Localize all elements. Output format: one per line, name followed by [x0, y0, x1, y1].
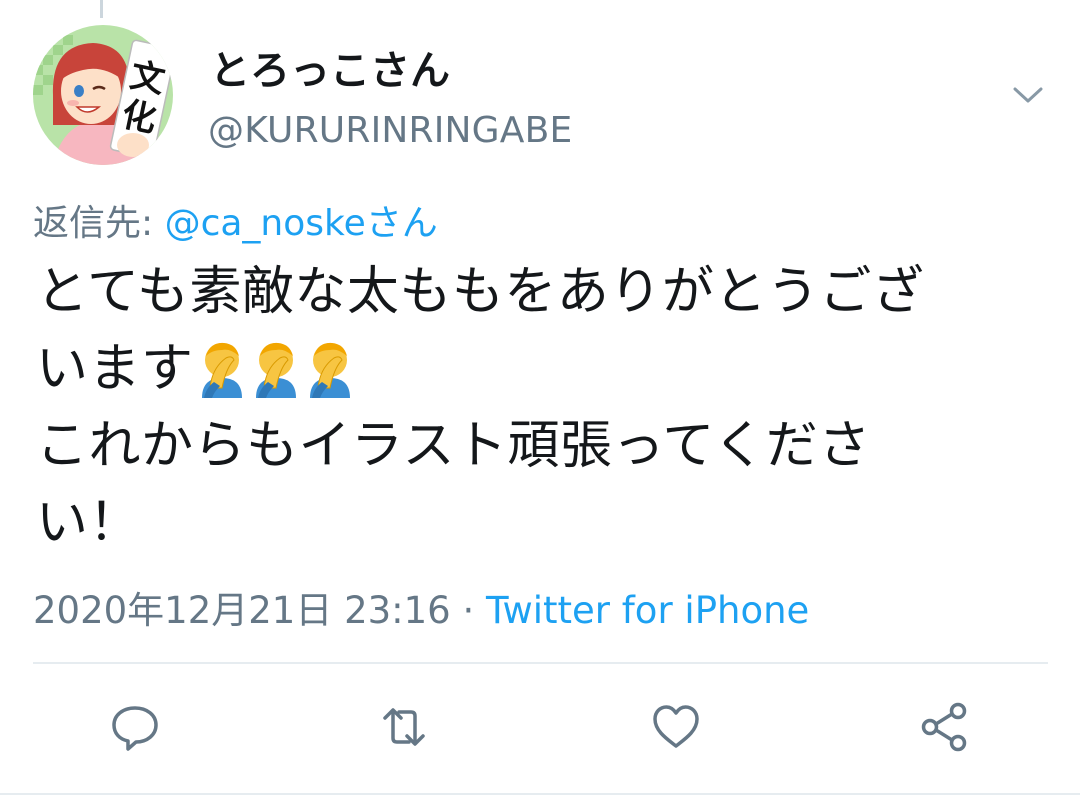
reply-mention-link[interactable]: @ca_noskeさん	[165, 203, 438, 244]
tweet-text-line: これからもイラスト頑張ってくださ	[36, 416, 871, 476]
share-icon[interactable]	[918, 700, 972, 754]
avatar[interactable]: 文 化	[33, 25, 173, 165]
reply-icon[interactable]	[108, 700, 162, 754]
tweet-text: とても素敵な太ももをありがとうござ います これからもイラスト頑張ってくださ い…	[36, 254, 1061, 562]
tweet-text-line: い！	[36, 493, 142, 553]
source-link[interactable]: Twitter for iPhone	[486, 589, 809, 632]
meta-separator: ·	[450, 589, 487, 632]
reply-to-line: 返信先: @ca_noskeさん	[33, 194, 438, 246]
face-palm-emoji	[304, 338, 356, 398]
timestamp[interactable]: 2020年12月21日 23:16	[33, 589, 451, 632]
user-handle[interactable]: @KURURINRINGABE	[208, 110, 572, 151]
tweet-text-line: とても素敵な太ももをありがとうござ	[36, 262, 925, 322]
tweet-text-line: います	[36, 339, 194, 399]
thread-line	[100, 0, 103, 18]
tweet-meta: 2020年12月21日 23:16 · Twitter for iPhone	[33, 580, 809, 634]
face-palm-emoji	[250, 338, 302, 398]
chevron-down-icon[interactable]	[1008, 80, 1048, 110]
display-name[interactable]: とろっこさん	[210, 38, 450, 96]
divider	[33, 662, 1048, 664]
reply-to-label: 返信先:	[33, 203, 165, 244]
retweet-icon[interactable]	[377, 700, 431, 754]
face-palm-emoji	[196, 338, 248, 398]
avatar-image: 文 化	[33, 25, 173, 165]
like-icon[interactable]	[649, 700, 703, 754]
